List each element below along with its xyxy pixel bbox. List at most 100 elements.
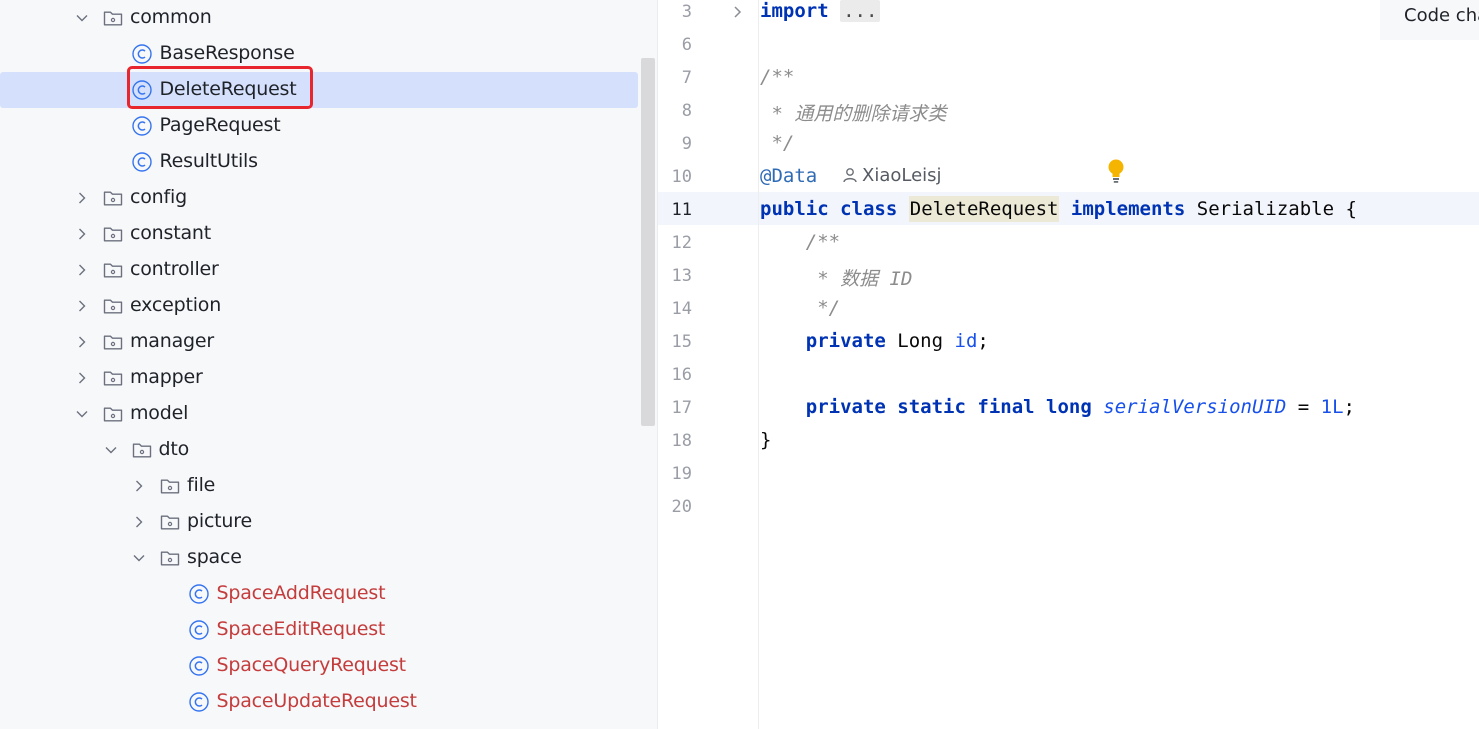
comment: /** [805, 231, 841, 253]
tree-item-label: file [187, 474, 216, 496]
folded-imports[interactable]: ... [840, 0, 881, 22]
code-line-7[interactable]: /** [760, 66, 794, 88]
line-number[interactable]: 6 [658, 35, 692, 55]
author-name: XiaoLeisj [862, 165, 942, 186]
java-class-icon [188, 691, 210, 713]
tree-item-space[interactable]: space [0, 540, 638, 576]
interface-name: Serializable [1196, 198, 1335, 220]
code-editor[interactable]: 3 6 7 8 9 10 11 12 13 14 15 16 17 18 19 20 import ... /… [658, 0, 1479, 729]
chevron-down-icon[interactable] [74, 10, 90, 26]
gutter-separator [758, 0, 759, 729]
tree-item-mapper[interactable]: mapper [0, 360, 638, 396]
tree-item-label: manager [130, 330, 214, 352]
code-line-15[interactable]: private Long id; [760, 330, 989, 352]
tree-item-config[interactable]: config [0, 180, 638, 216]
line-number[interactable]: 17 [658, 398, 692, 418]
tree-item-spaceaddrequest[interactable]: SpaceAddRequest [0, 576, 638, 612]
tree-item-exception[interactable]: exception [0, 288, 638, 324]
line-number[interactable]: 20 [658, 497, 692, 517]
tree-item-common[interactable]: common [0, 0, 638, 36]
tree-item-label: mapper [130, 366, 203, 388]
tree-item-picture[interactable]: picture [0, 504, 638, 540]
tree-item-model[interactable]: model [0, 396, 638, 432]
tree-item-controller[interactable]: controller [0, 252, 638, 288]
chevron-right-icon[interactable] [74, 334, 90, 350]
package-folder-icon [103, 297, 123, 315]
keyword: public [760, 198, 829, 220]
line-number[interactable]: 14 [658, 299, 692, 319]
tree-item-label: ResultUtils [159, 150, 259, 172]
line-number[interactable]: 9 [658, 134, 692, 154]
tree-item-spaceeditrequest[interactable]: SpaceEditRequest [0, 612, 638, 648]
chevron-right-icon[interactable] [74, 190, 90, 206]
chevron-right-icon[interactable] [74, 298, 90, 314]
code-line-8[interactable]: * 通用的删除请求类 [760, 99, 946, 126]
tree-item-constant[interactable]: constant [0, 216, 638, 252]
line-number[interactable]: 15 [658, 332, 692, 352]
tree-item-spacequeryrequest[interactable]: SpaceQueryRequest [0, 648, 638, 684]
package-folder-icon [103, 333, 123, 351]
line-number[interactable]: 16 [658, 365, 692, 385]
code-line-3[interactable]: import ... [760, 0, 881, 22]
keyword: class [840, 198, 898, 220]
code-line-12[interactable]: /** [760, 231, 840, 253]
java-class-icon [131, 151, 153, 173]
tree-item-deleterequest[interactable]: DeleteRequest [0, 72, 638, 108]
line-number[interactable]: 3 [658, 2, 692, 22]
tree-item-resultutils[interactable]: ResultUtils [0, 144, 638, 180]
tree-item-pagerequest[interactable]: PageRequest [0, 108, 638, 144]
tree-item-dto[interactable]: dto [0, 432, 638, 468]
line-number[interactable]: 7 [658, 68, 692, 88]
chevron-down-icon[interactable] [103, 442, 119, 458]
field-name: serialVersionUID [1103, 396, 1287, 418]
field-name: id [954, 330, 978, 352]
tree-item-manager[interactable]: manager [0, 324, 638, 360]
tree-item-spaceupdaterequest[interactable]: SpaceUpdateRequest [0, 684, 638, 720]
chevron-right-icon[interactable] [131, 478, 147, 494]
line-number[interactable]: 11 [658, 200, 692, 220]
code-line-18[interactable]: } [760, 429, 771, 451]
annotation-highlight-box [127, 66, 313, 109]
keyword: implements [1070, 198, 1186, 220]
tree-scrollbar[interactable] [641, 58, 655, 426]
code-line-17[interactable]: private static final long serialVersionU… [760, 396, 1355, 418]
tree-item-baseresponse[interactable]: BaseResponse [0, 36, 638, 72]
operator: = [1297, 396, 1310, 418]
line-number[interactable]: 8 [658, 101, 692, 121]
line-number[interactable]: 18 [658, 431, 692, 451]
code-line-10[interactable]: @Data [760, 165, 817, 187]
author-inlay-hint[interactable]: XiaoLeisj [842, 165, 942, 186]
line-number[interactable]: 13 [658, 266, 692, 286]
chevron-right-icon[interactable] [131, 514, 147, 530]
tree-item-label: PageRequest [159, 114, 281, 136]
package-folder-icon [160, 549, 180, 567]
tree-item-label: config [130, 186, 187, 208]
chevron-right-icon[interactable] [74, 226, 90, 242]
package-folder-icon [103, 189, 123, 207]
package-folder-icon [103, 9, 123, 27]
java-class-icon [131, 115, 153, 137]
code-line-13[interactable]: * 数据 ID [760, 264, 912, 291]
number-literal: 1L [1320, 396, 1344, 418]
fold-expand-icon[interactable] [731, 4, 745, 20]
line-number[interactable]: 19 [658, 464, 692, 484]
code-line-9[interactable]: */ [760, 132, 794, 154]
keyword: long [1046, 396, 1092, 418]
chevron-down-icon[interactable] [74, 406, 90, 422]
lightbulb-icon[interactable] [1107, 158, 1125, 184]
chevron-down-icon[interactable] [131, 550, 147, 566]
code-line-14[interactable]: */ [760, 297, 840, 319]
code-line-11[interactable]: public class DeleteRequest implements Se… [760, 196, 1357, 222]
tree-item-label: model [130, 402, 189, 424]
comment: */ [805, 297, 841, 319]
type-name: Long [897, 330, 944, 352]
user-icon [843, 168, 857, 183]
tree-item-file[interactable]: file [0, 468, 638, 504]
chevron-right-icon[interactable] [74, 370, 90, 386]
line-number[interactable]: 10 [658, 167, 692, 187]
tree-item-label: dto [158, 438, 190, 460]
line-number[interactable]: 12 [658, 233, 692, 253]
code-changes-label[interactable]: Code changes [1380, 0, 1479, 40]
keyword: private [805, 396, 886, 418]
chevron-right-icon[interactable] [74, 262, 90, 278]
